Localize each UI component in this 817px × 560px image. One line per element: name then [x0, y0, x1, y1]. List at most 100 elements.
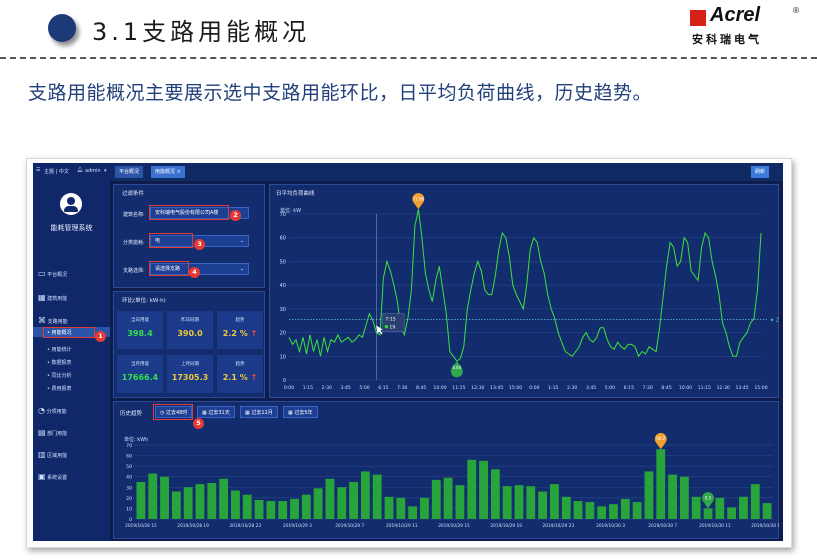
ring-title: 环比(单位: kW·h): [122, 298, 166, 304]
ring-card-label: 当月用能: [131, 362, 149, 367]
sidebar-item-label: 分项用能: [46, 409, 67, 415]
history-bar: [337, 487, 347, 519]
x-tick-label: 2019/10/30 3: [596, 523, 625, 529]
ring-card-value: 2.1 % ↑: [222, 373, 258, 382]
sidebar-subitem-label: 费用报表: [51, 386, 72, 392]
x-tick-label: 7:30: [643, 385, 653, 391]
history-bar: [727, 507, 737, 519]
history-bar: [762, 503, 772, 519]
y-tick-label: 10: [280, 354, 286, 360]
user-dropdown-icon[interactable]: ▾: [104, 168, 107, 174]
history-bar: [349, 482, 358, 519]
history-bar: [490, 469, 500, 519]
chevron-down-icon: ⌄: [239, 266, 244, 272]
close-icon[interactable]: ×: [177, 169, 181, 175]
max-label: 71.66: [413, 196, 425, 201]
history-bar: [231, 490, 240, 519]
avatar-head: [67, 197, 75, 205]
history-bar: [703, 508, 713, 519]
history-bar: [656, 449, 666, 519]
chevron-down-icon: ⌄: [239, 238, 244, 244]
history-bar: [597, 506, 607, 519]
sidebar-item-settings[interactable]: ▣ 系统设置: [38, 472, 67, 481]
user-name[interactable]: admin: [85, 168, 101, 174]
y-tick-label: 60: [126, 454, 132, 460]
x-tick-label: 1:15: [548, 385, 558, 391]
x-tick-label: 12:30: [717, 385, 730, 391]
x-tick-label: 12:30: [471, 385, 484, 391]
history-bar: [301, 494, 311, 519]
theme-lang[interactable]: 主题 | 中文: [44, 168, 69, 175]
x-tick-label: 0:00: [529, 385, 539, 391]
x-tick-label: 2019/10/28 15: [125, 523, 157, 529]
history-bar: [183, 487, 193, 519]
x-tick-label: 2019/10/29 23: [543, 523, 575, 529]
badge-4: 4: [189, 267, 200, 278]
tab-overview[interactable]: 用能概况 ×: [151, 166, 185, 178]
category-label: 分类能耗:: [123, 240, 145, 246]
tab-platform[interactable]: 平台概况: [115, 166, 144, 178]
logo-chinese: 安科瑞电气: [692, 33, 762, 46]
x-tick-label: 8:45: [416, 385, 426, 391]
history-bar: [171, 491, 181, 519]
sidebar-item-label: 平台概况: [47, 272, 68, 278]
ring-card-label: 当日用能: [131, 318, 149, 323]
ring-card-value: 398.4: [127, 329, 153, 338]
ring-card-value: 390.0: [177, 329, 203, 338]
acrel-logo: Acrel ® 安科瑞电气: [690, 4, 802, 52]
x-tick-label: 2019/10/29 7: [335, 523, 364, 529]
sidebar-item-region[interactable]: ▥ 区域用能: [38, 450, 67, 459]
history-chart: 0 10 20 30 40 50 60 70 66.2 9.5 2019/10/28 15 2019/…: [125, 432, 779, 529]
sidebar-item-branch[interactable]: ⌘ 支路用能: [38, 316, 68, 325]
history-bar: [609, 504, 618, 519]
sidebar-item-platform[interactable]: ▭ 平台概况: [38, 269, 67, 278]
daily-load-chart: 0 10 20 30 40 50 60 70 0:00 1:15 2:30 3:45 5:00 6:15 7…: [280, 192, 779, 391]
sidebar-subitem-report[interactable]: • 数据报表: [47, 359, 72, 366]
x-tick-label: 2019/10/28 23: [229, 523, 261, 529]
filter-title: 过滤条件: [122, 191, 145, 197]
menu-toggle-icon[interactable]: ☰: [36, 167, 40, 173]
history-bar: [290, 498, 299, 519]
history-bar: [632, 502, 642, 519]
bell-icon[interactable]: 🔔︎: [77, 167, 83, 173]
ring-card: 上月同期 17305.3: [167, 355, 213, 393]
y-tick-label: 0: [129, 517, 132, 523]
history-bar: [420, 497, 429, 519]
history-bar: [585, 502, 595, 519]
ring-card-value: 17666.4: [121, 373, 159, 382]
sidebar-subitem-yoy[interactable]: • 同比分析: [47, 372, 72, 379]
branch-icon: ⌘: [38, 316, 46, 325]
history-bar: [526, 486, 536, 519]
slide-subtitle: 支路用能概况主要展示选中支路用能环比，日平均负荷曲线，历史趋势。: [28, 82, 653, 104]
history-bar: [502, 486, 512, 519]
sidebar-subitem-cost[interactable]: • 费用报表: [47, 385, 72, 392]
building-icon: ▦: [38, 293, 46, 302]
tooltip-time: 7:15: [385, 317, 395, 323]
monitor-icon: ▭: [38, 269, 46, 278]
avatar-body: [64, 206, 78, 212]
history-bar: [136, 482, 146, 519]
sidebar-item-label: 区域用能: [47, 453, 68, 459]
history-bar: [207, 483, 217, 519]
sidebar-item-subitem-energy[interactable]: ◔ 分项用能: [38, 406, 67, 415]
history-bar: [219, 478, 229, 519]
sidebar-subitem-statistics[interactable]: • 用能统计: [47, 346, 72, 353]
x-tick-label: 2019/10/29 19: [490, 523, 522, 529]
refresh-button[interactable]: 刷新: [751, 166, 770, 178]
history-bar: [195, 484, 205, 519]
y-tick-label: 20: [126, 496, 132, 502]
x-tick-label: 2019/10/30 11: [699, 523, 731, 529]
sidebar-subitem-label: 同比分析: [51, 373, 72, 379]
ring-card: 趋势 2.2 % ↑: [217, 311, 263, 349]
x-tick-label: 11:15: [452, 385, 465, 391]
history-bar: [455, 485, 465, 519]
x-tick-label: 13:45: [490, 385, 503, 391]
x-tick-label: 11:15: [698, 385, 711, 391]
sidebar-item-department[interactable]: ▤ 部门用能: [38, 428, 67, 437]
history-bar: [739, 496, 748, 519]
history-bar: [679, 476, 689, 519]
x-tick-label: 2019/10/30 15: [751, 523, 779, 529]
building-label: 建筑名称:: [123, 212, 145, 218]
sidebar-item-building[interactable]: ▦ 建筑用能: [38, 293, 67, 302]
x-tick-label: 6:15: [378, 385, 388, 391]
